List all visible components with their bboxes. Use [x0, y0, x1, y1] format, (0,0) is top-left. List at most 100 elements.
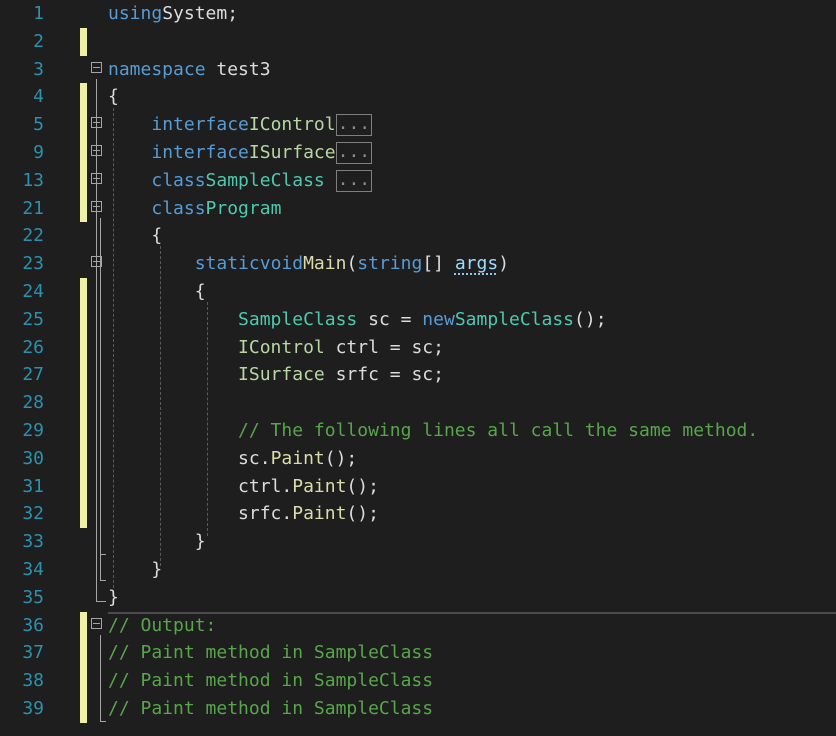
code-token: ( — [346, 253, 358, 275]
line-number: 33 — [22, 531, 44, 553]
code-token: interface — [151, 142, 249, 163]
code-line[interactable]: 37 // Paint method in SampleClass — [0, 639, 836, 668]
change-marker — [80, 667, 87, 695]
code-line[interactable]: 39 // Paint method in SampleClass — [0, 695, 836, 723]
code-token: void — [259, 253, 304, 275]
code-text: // Output: — [108, 612, 216, 640]
code-line[interactable]: 28 — [0, 389, 836, 417]
line-number: 2 — [33, 30, 44, 52]
outline-line — [100, 274, 101, 554]
code-text: // Paint method in SampleClass — [108, 695, 433, 723]
collapse-icon[interactable] — [91, 617, 102, 629]
code-token: sc = — [357, 308, 423, 330]
code-token: class — [151, 169, 206, 191]
line-number: 4 — [33, 86, 44, 108]
line-number: 13 — [22, 169, 44, 191]
code-line[interactable]: 3 namespace test3 — [0, 56, 836, 84]
line-number: 39 — [22, 698, 44, 719]
change-marker — [80, 139, 87, 167]
collapsed-region-ellipsis[interactable]: ... — [335, 169, 373, 192]
code-line[interactable]: 34 } — [0, 556, 836, 584]
code-line[interactable]: 33 } — [0, 528, 836, 556]
change-marker — [80, 639, 87, 668]
code-editor[interactable]: 1 usingSystem; 2 3 namespace test3 4{5 interf… — [0, 0, 836, 736]
code-line[interactable]: 9 interfaceISurface... — [0, 139, 836, 167]
code-text: srfc.Paint(); — [108, 500, 379, 528]
code-token: { — [108, 225, 163, 247]
code-token: Main — [303, 253, 347, 275]
code-line[interactable]: 1 usingSystem; — [0, 0, 836, 28]
code-token: System; — [162, 3, 239, 24]
code-line[interactable]: 5 interfaceIControl... — [0, 111, 836, 139]
change-marker — [80, 611, 87, 640]
code-token: namespace — [108, 58, 206, 80]
change-marker — [80, 305, 87, 334]
code-token: } — [108, 531, 206, 553]
code-line[interactable]: 38 // Paint method in SampleClass — [0, 667, 836, 695]
outline-line — [96, 79, 97, 601]
code-text: ctrl.Paint(); — [108, 473, 379, 501]
code-line[interactable]: 36 // Output: — [0, 611, 836, 640]
code-text: // Paint method in SampleClass — [108, 639, 433, 667]
code-token: ctrl = sc; — [324, 336, 444, 358]
indent-guide — [160, 246, 161, 566]
code-token: interface — [151, 114, 249, 136]
code-line[interactable]: 22 { — [0, 222, 836, 250]
line-number: 22 — [22, 225, 44, 247]
code-token: { — [108, 86, 119, 108]
code-token: SampleClass — [238, 308, 358, 330]
change-marker — [80, 278, 87, 306]
code-text: classSampleClass ... — [108, 167, 373, 195]
change-marker — [80, 389, 87, 417]
code-line[interactable]: 21 classProgram — [0, 194, 836, 223]
code-token: ) — [498, 253, 510, 275]
code-line[interactable]: 24 { — [0, 278, 836, 306]
code-text: { — [108, 278, 206, 306]
code-line[interactable]: 29 // The following lines all call the s… — [0, 417, 836, 445]
line-number: 25 — [22, 308, 44, 330]
outline-line — [100, 721, 106, 722]
code-line[interactable]: 13 classSampleClass ... — [0, 166, 836, 195]
line-number: 5 — [33, 114, 44, 136]
indent-guide — [113, 108, 114, 588]
code-line[interactable]: 30 sc.Paint(); — [0, 444, 836, 473]
code-line[interactable]: 35} — [0, 584, 836, 612]
code-token: ctrl. — [108, 475, 293, 497]
code-line[interactable]: 23 staticvoidMain(string[] args) — [0, 250, 836, 278]
change-marker — [80, 166, 87, 195]
code-token: sc. — [108, 447, 271, 469]
code-line[interactable]: 31 ctrl.Paint(); — [0, 472, 836, 501]
code-text: classProgram — [108, 195, 281, 223]
change-marker — [80, 444, 87, 473]
code-token: ISurface — [238, 364, 325, 386]
change-marker — [80, 333, 87, 362]
line-number: 35 — [22, 586, 44, 608]
code-text: ISurface srfc = sc; — [108, 361, 444, 389]
code-token: // Paint method in SampleClass — [108, 642, 434, 664]
code-text: interfaceISurface... — [108, 139, 373, 167]
code-line[interactable]: 4{ — [0, 83, 836, 112]
code-token: { — [108, 281, 206, 302]
code-token: srfc = sc; — [324, 364, 444, 386]
code-text: SampleClass sc = newSampleClass(); — [108, 306, 607, 334]
code-line[interactable]: 27 ISurface srfc = sc; — [0, 361, 836, 390]
line-number: 1 — [33, 3, 44, 24]
code-line[interactable]: 32 srfc.Paint(); — [0, 500, 836, 529]
code-line[interactable]: 25 SampleClass sc = newSampleClass(); — [0, 305, 836, 334]
collapse-icon[interactable] — [91, 61, 102, 73]
code-text: IControl ctrl = sc; — [108, 334, 444, 362]
outline-line — [96, 601, 106, 602]
code-text: } — [108, 528, 206, 556]
line-number: 28 — [22, 392, 44, 414]
line-number: 30 — [22, 447, 44, 469]
collapsed-region-ellipsis[interactable]: ... — [335, 142, 373, 164]
collapsed-region-ellipsis[interactable]: ... — [335, 114, 373, 137]
code-line[interactable]: 2 — [0, 27, 836, 56]
code-line[interactable]: 26 IControl ctrl = sc; — [0, 333, 836, 362]
line-number: 31 — [22, 475, 44, 497]
